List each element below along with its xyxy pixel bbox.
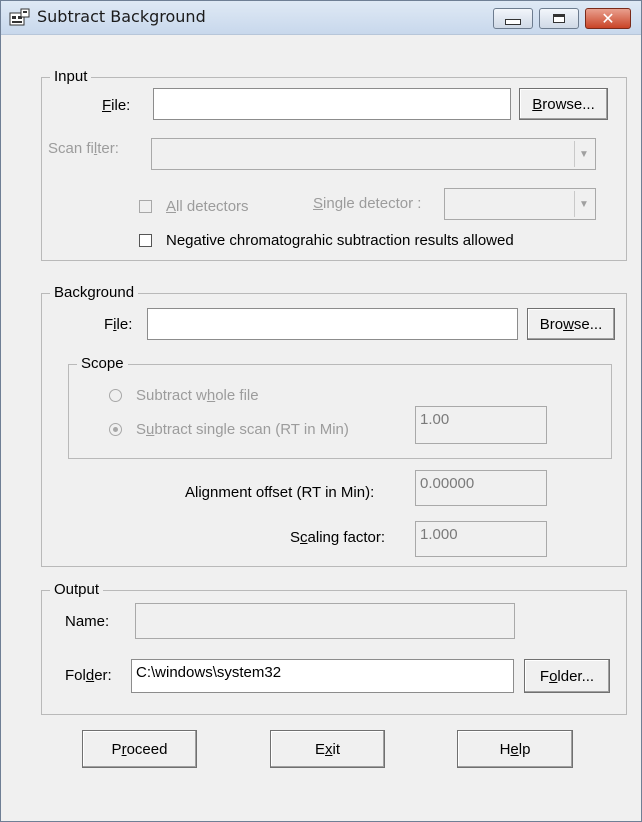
output-group-label: Output [50,581,104,598]
app-icon [9,8,30,26]
all-detectors-label: All detectors [166,198,249,215]
negative-results-label: Negative chromatograhic subtraction resu… [166,232,514,249]
rt-value-field[interactable] [415,406,547,444]
output-folder-button[interactable]: Fo lder... [524,659,610,693]
background-group-label: Background [50,284,139,301]
maximize-icon [553,14,565,23]
minimize-button[interactable] [493,8,533,29]
output-name-label: Name: [65,613,110,630]
output-name-field[interactable] [135,603,515,639]
subtract-background-dialog: Subtract Background ✕ Input File: Browse… [0,0,642,822]
alignment-offset-label: Alignment offset (RT in Min): [185,484,375,501]
background-browse-button[interactable]: Bro w se... [527,308,615,340]
subtract-single-scan-label: Subtract single scan (RT in Min) [136,421,349,438]
chevron-down-icon[interactable]: ▼ [574,191,593,217]
input-file-field[interactable] [153,88,511,120]
output-folder-label: Folder: [65,667,112,684]
input-file-label: File: [102,97,131,114]
close-button[interactable]: ✕ [585,8,631,29]
subtract-whole-file-label: Subtract whole file [136,387,259,404]
input-browse-button[interactable]: Browse... [519,88,608,120]
window-title: Subtract Background [37,7,206,26]
scaling-factor-field[interactable] [415,521,547,557]
scan-filter-combo[interactable]: ▼ [151,138,596,170]
minimize-icon [505,19,521,25]
background-file-label: File: [104,316,133,333]
background-file-field[interactable] [147,308,518,340]
all-detectors-checkbox[interactable] [139,200,152,213]
alignment-offset-field[interactable] [415,470,547,506]
scope-group-label: Scope [77,355,128,372]
scan-filter-label: Scan filter: [48,140,119,157]
single-detector-label: Single detector : [313,195,422,212]
subtract-single-scan-radio[interactable] [109,423,122,436]
negative-results-checkbox[interactable] [139,234,152,247]
exit-button[interactable]: Ex it [270,730,385,768]
input-group-label: Input [50,68,92,85]
scaling-factor-label: Scaling factor: [290,529,386,546]
title-bar[interactable]: Subtract Background ✕ [1,1,641,35]
output-folder-field[interactable] [131,659,514,693]
chevron-down-icon[interactable]: ▼ [574,141,593,167]
single-detector-combo[interactable]: ▼ [444,188,596,220]
help-button[interactable]: He lp [457,730,573,768]
close-icon: ✕ [601,8,615,28]
subtract-whole-file-radio[interactable] [109,389,122,402]
maximize-button[interactable] [539,8,579,29]
proceed-button[interactable]: Pr oceed [82,730,197,768]
